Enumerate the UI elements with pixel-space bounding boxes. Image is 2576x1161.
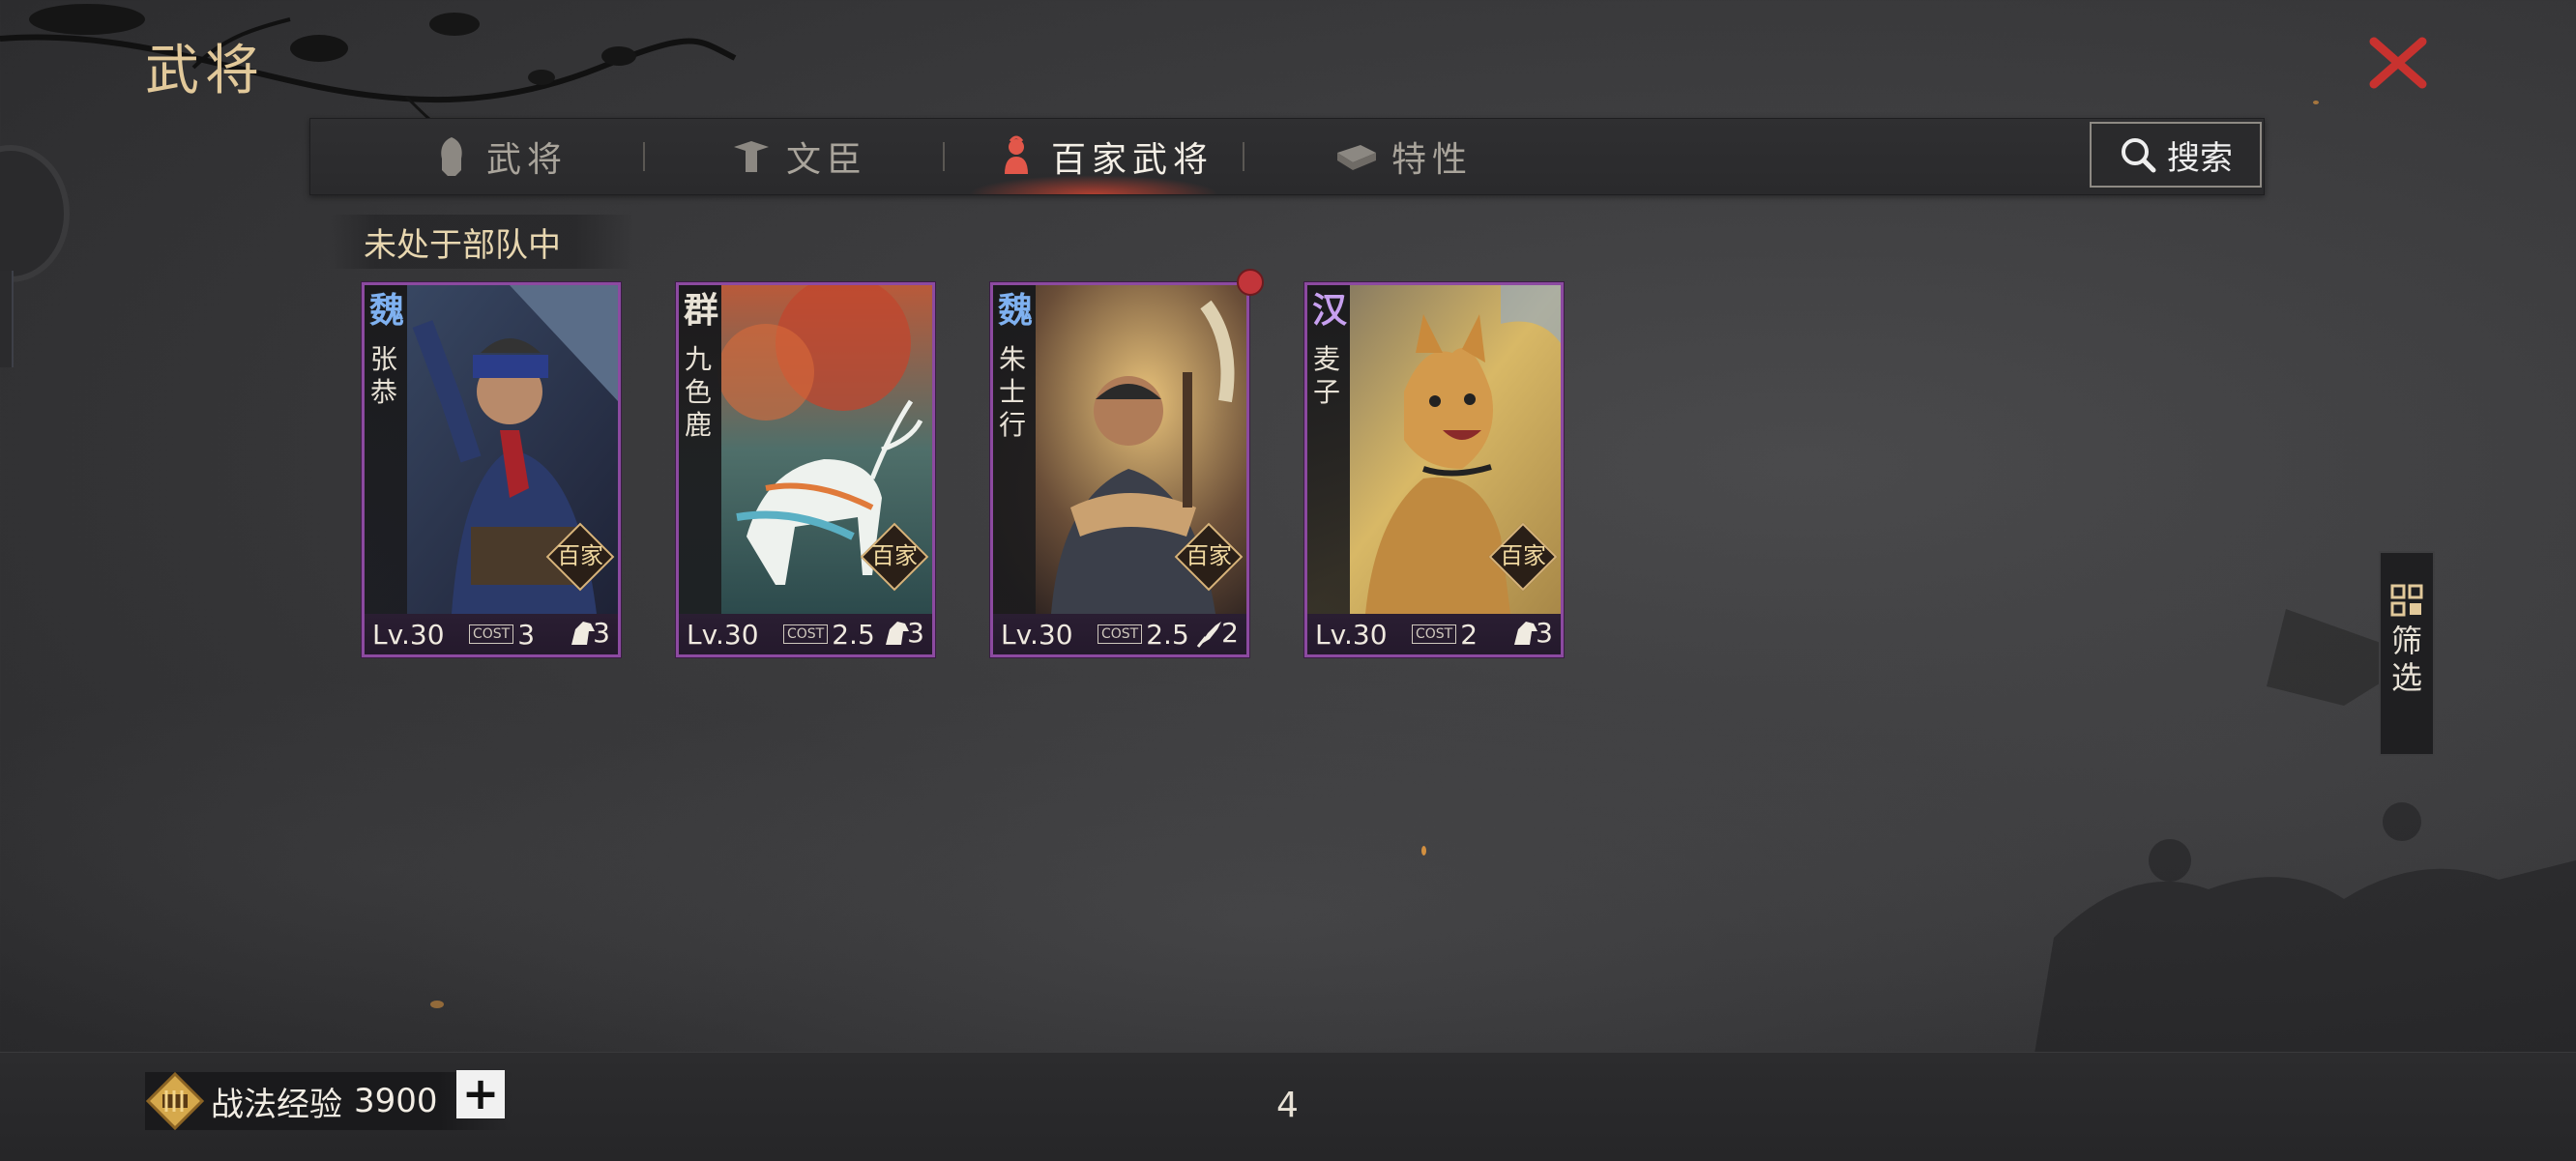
troop-value: 3 — [593, 617, 610, 649]
general-card[interactable]: 汉 麦子 百家 Lv.30 COST 2 3 — [1304, 282, 1564, 657]
level: Lv.30 — [1315, 618, 1388, 651]
cost-value: 2.5 — [1146, 618, 1189, 651]
card-stats: Lv.30 COST 2.5 3 — [679, 614, 932, 654]
bottom-bar: 战法经验 3900 + 4 — [0, 1052, 2576, 1161]
tab-traits[interactable]: 特性 — [1333, 119, 1473, 194]
page-title: 武将 — [145, 40, 265, 102]
exp-value: 3900 — [354, 1082, 438, 1120]
card-stats: Lv.30 COST 2 3 — [1307, 614, 1561, 654]
cost-icon: COST — [469, 624, 514, 644]
close-button[interactable] — [2359, 29, 2437, 97]
tab-bar: 武将 文臣 百家武将 特性 搜索 — [309, 118, 2265, 195]
card-badge-text: 百家 — [871, 542, 918, 569]
cost-value: 2 — [1460, 618, 1478, 651]
close-x-icon — [2369, 37, 2427, 89]
card-badge-text: 百家 — [557, 542, 603, 569]
notification-dot — [1237, 269, 1264, 296]
general-card[interactable]: 魏 朱士行 百家 Lv.30 COST 2.5 2 — [990, 282, 1249, 657]
filter-button[interactable]: 筛选 — [2379, 551, 2435, 756]
faction-label: 群 — [683, 290, 718, 331]
cost-icon: COST — [783, 624, 829, 644]
general-name: 麦子 — [1313, 343, 1341, 408]
tab-divider — [643, 142, 645, 171]
general-name: 九色鹿 — [685, 343, 713, 441]
section-header: 未处于部队中 — [329, 215, 634, 269]
general-name: 张恭 — [370, 343, 398, 408]
card-stats: Lv.30 COST 2.5 2 — [993, 614, 1246, 654]
general-card[interactable]: 群 九色鹿 百家 Lv.30 COST 2.5 3 — [676, 282, 935, 657]
general-count: 4 — [1276, 1086, 1299, 1125]
side-menu-ring[interactable] — [0, 145, 70, 282]
cost-icon: COST — [1412, 624, 1457, 644]
tab-generals[interactable]: 武将 — [428, 119, 568, 194]
troop-value: 3 — [1536, 617, 1553, 649]
cost-value: 3 — [517, 618, 536, 651]
add-exp-button[interactable]: + — [456, 1070, 505, 1118]
tab-label: 特性 — [1391, 140, 1474, 180]
troop-type: 2 — [1194, 616, 1239, 649]
side-edge-tab[interactable] — [0, 271, 14, 367]
tactic-exp-icon — [145, 1071, 205, 1131]
search-button[interactable]: 搜索 — [2090, 122, 2262, 188]
troop-value: 3 — [907, 617, 924, 649]
hundred-schools-icon — [1005, 135, 1028, 174]
tab-label: 文臣 — [786, 140, 868, 180]
grid-filter-icon — [2390, 584, 2423, 617]
level: Lv.30 — [1001, 618, 1073, 651]
general-name: 朱士行 — [999, 343, 1027, 441]
tab-label: 武将 — [486, 140, 569, 180]
level: Lv.30 — [372, 618, 445, 651]
trait-book-icon — [1337, 145, 1376, 170]
card-badge-text: 百家 — [1186, 542, 1232, 569]
cost: COST 2.5 — [1098, 619, 1189, 651]
name-column — [1307, 285, 1350, 614]
name-column — [993, 285, 1036, 614]
troop-value: 2 — [1221, 617, 1239, 649]
cost: COST 3 — [469, 619, 535, 651]
faction-label: 汉 — [1311, 290, 1347, 331]
cost-icon: COST — [1098, 624, 1143, 644]
tab-divider — [943, 142, 945, 171]
troop-type: 3 — [1508, 616, 1553, 649]
card-stats: Lv.30 COST 3 3 — [365, 614, 618, 654]
name-column — [679, 285, 721, 614]
cavalry-silhouette-decoration — [2034, 609, 2576, 1054]
cost-value: 2.5 — [832, 618, 875, 651]
troop-type: 3 — [566, 616, 610, 649]
tab-ministers[interactable]: 文臣 — [728, 119, 867, 194]
cost: COST 2.5 — [783, 619, 875, 651]
ember-particle — [2313, 101, 2319, 104]
filter-label: 筛选 — [2390, 623, 2422, 696]
level: Lv.30 — [687, 618, 759, 651]
faction-label: 魏 — [997, 290, 1033, 331]
card-badge-text: 百家 — [1500, 542, 1546, 569]
troop-type: 3 — [880, 616, 924, 649]
tab-divider — [1243, 142, 1244, 171]
faction-label: 魏 — [368, 290, 404, 331]
exp-label: 战法经验 — [211, 1085, 342, 1124]
tab-label: 百家武将 — [1051, 140, 1215, 180]
ember-particle — [430, 1001, 444, 1008]
search-icon — [2122, 138, 2156, 173]
search-label: 搜索 — [2167, 138, 2233, 178]
helmet-icon — [441, 137, 462, 176]
ember-particle — [1421, 846, 1426, 856]
scholar-icon — [734, 141, 769, 172]
name-column — [365, 285, 407, 614]
general-card[interactable]: 魏 张恭 百家 Lv.30 COST 3 3 — [362, 282, 621, 657]
tab-hundred-schools[interactable]: 百家武将 — [993, 119, 1214, 194]
cost: COST 2 — [1412, 619, 1478, 651]
